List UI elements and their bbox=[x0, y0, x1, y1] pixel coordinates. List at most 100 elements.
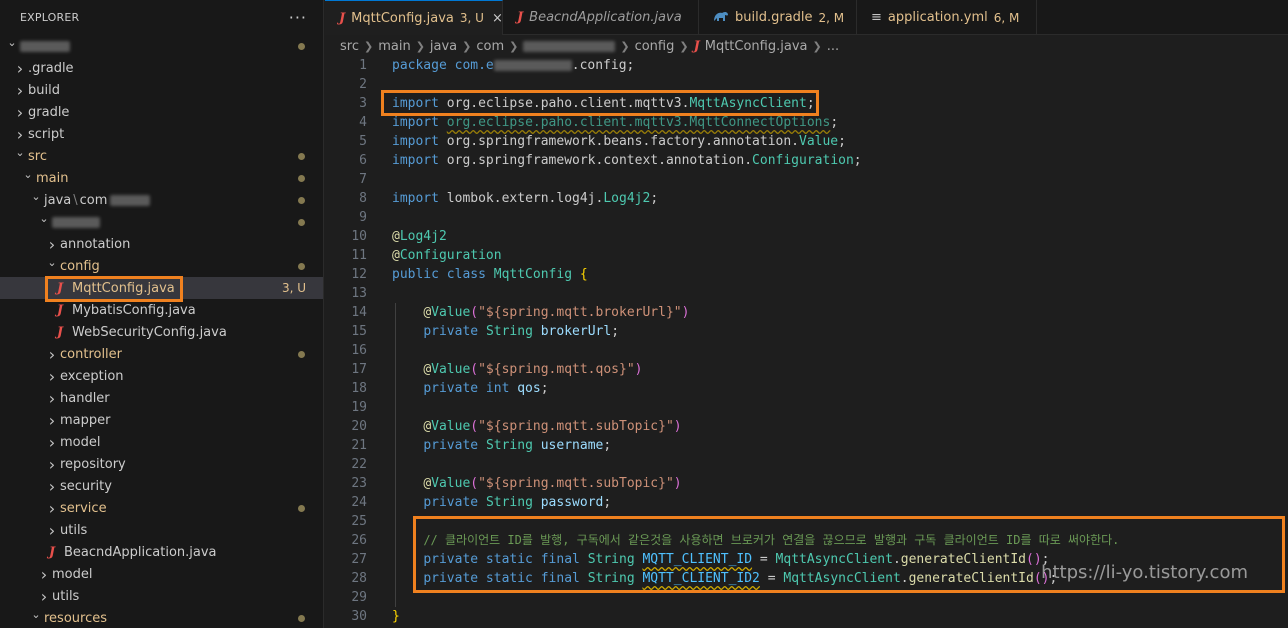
tree-folder[interactable]: › security bbox=[0, 475, 323, 497]
git-modified-dot-icon bbox=[298, 197, 305, 204]
chevron-right-icon[interactable]: › bbox=[44, 477, 60, 496]
tree-folder[interactable]: › model bbox=[0, 563, 323, 585]
breadcrumb-file[interactable]: MqttConfig.java bbox=[705, 39, 808, 54]
tree-file[interactable]: J WebSecurityConfig.java bbox=[0, 321, 323, 343]
tree-item-label: build bbox=[28, 82, 60, 98]
tree-folder[interactable]: ⌄ java \ com bbox=[0, 189, 323, 211]
chevron-down-icon[interactable]: ⌄ bbox=[36, 212, 52, 225]
code-line: 12 public class MqttConfig { bbox=[325, 265, 1288, 284]
tab-status: 3, U bbox=[459, 11, 484, 25]
tree-folder[interactable]: ⌄ bbox=[0, 211, 323, 233]
tree-folder[interactable]: › repository bbox=[0, 453, 323, 475]
tree-item-label: controller bbox=[60, 346, 123, 362]
tree-item-label: repository bbox=[60, 456, 126, 472]
chevron-right-icon[interactable]: › bbox=[44, 455, 60, 474]
breadcrumb-item[interactable]: java bbox=[430, 39, 457, 54]
chevron-down-icon[interactable]: ⌄ bbox=[44, 256, 60, 269]
chevron-right-icon[interactable]: › bbox=[36, 565, 52, 584]
chevron-down-icon[interactable]: ⌄ bbox=[20, 168, 36, 181]
tree-folder[interactable]: ⌄ config bbox=[0, 255, 323, 277]
code-line: 9 bbox=[325, 208, 1288, 227]
import-class: Value bbox=[799, 134, 839, 149]
close-icon[interactable]: × bbox=[492, 11, 503, 26]
code-line: 17 @Value("${spring.mqtt.qos}") bbox=[325, 360, 1288, 379]
tree-file[interactable]: J BeacndApplication.java bbox=[0, 541, 323, 563]
tree-folder[interactable]: › utils bbox=[0, 585, 323, 607]
chevron-down-icon[interactable]: ⌄ bbox=[4, 36, 20, 49]
chevron-right-icon[interactable]: › bbox=[44, 235, 60, 254]
tree-folder[interactable]: ⌄ bbox=[0, 35, 323, 57]
chevron-right-icon[interactable]: › bbox=[44, 433, 60, 452]
java-file-icon: J bbox=[517, 10, 524, 25]
chevron-right-icon[interactable]: › bbox=[12, 125, 28, 144]
chevron-right-icon[interactable]: › bbox=[44, 389, 60, 408]
breadcrumb-item[interactable]: config bbox=[635, 39, 675, 54]
tree-item-label: security bbox=[60, 478, 112, 494]
redacted-name bbox=[110, 194, 151, 206]
value-string: "${spring.mqtt.brokerUrl}" bbox=[478, 305, 682, 320]
breadcrumb-item[interactable]: src bbox=[340, 39, 359, 54]
chevron-right-icon[interactable]: › bbox=[44, 411, 60, 430]
chevron-down-icon[interactable]: ⌄ bbox=[28, 190, 44, 203]
tree-folder[interactable]: › gradle bbox=[0, 101, 323, 123]
line-text: import org.springframework.context.annot… bbox=[392, 153, 862, 168]
editor-area: J MqttConfig.java 3, U × J BeacndApplica… bbox=[325, 0, 1288, 628]
tree-folder[interactable]: › handler bbox=[0, 387, 323, 409]
breadcrumb-item[interactable]: com bbox=[476, 39, 504, 54]
tree-file[interactable]: J MybatisConfig.java bbox=[0, 299, 323, 321]
unused-import: org.eclipse.paho.client.mqttv3.MqttConne… bbox=[446, 115, 831, 130]
chevron-right-icon[interactable]: › bbox=[44, 345, 60, 364]
tree-folder[interactable]: ⌄ resources bbox=[0, 607, 323, 628]
more-actions-icon[interactable]: ··· bbox=[289, 8, 307, 27]
chevron-down-icon[interactable]: ⌄ bbox=[28, 608, 44, 621]
line-text: private String brokerUrl; bbox=[423, 324, 620, 339]
chevron-right-icon[interactable]: › bbox=[44, 499, 60, 518]
tree-folder[interactable]: › exception bbox=[0, 365, 323, 387]
line-text: package com.e .config; bbox=[392, 56, 634, 75]
tab-application-yml[interactable]: ≡ application.yml 6, M bbox=[857, 0, 1037, 35]
code-line: 11 @Configuration bbox=[325, 246, 1288, 265]
line-number: 1 bbox=[359, 58, 367, 73]
line-number: 23 bbox=[351, 476, 367, 491]
chevron-right-icon[interactable]: › bbox=[36, 587, 52, 606]
tree-item-label: utils bbox=[60, 522, 88, 538]
code-line: 22 bbox=[325, 455, 1288, 474]
chevron-right-icon[interactable]: › bbox=[12, 81, 28, 100]
code-editor[interactable]: 1 package com.e .config; 2 3 import org.ecl… bbox=[325, 56, 1288, 628]
breadcrumb-item[interactable]: main bbox=[378, 39, 410, 54]
line-number: 29 bbox=[351, 590, 367, 605]
tree-folder[interactable]: › utils bbox=[0, 519, 323, 541]
tree-folder[interactable]: › service bbox=[0, 497, 323, 519]
line-text: @Configuration bbox=[392, 248, 502, 263]
chevron-right-icon[interactable]: › bbox=[44, 521, 60, 540]
chevron-right-icon[interactable]: › bbox=[44, 367, 60, 386]
tree-folder[interactable]: › annotation bbox=[0, 233, 323, 255]
chevron-right-icon[interactable]: › bbox=[12, 59, 28, 78]
tree-folder[interactable]: ⌄ main bbox=[0, 167, 323, 189]
code-line: 30} bbox=[325, 607, 1288, 626]
code-line: 19 bbox=[325, 398, 1288, 417]
tab-beacndapplication[interactable]: J BeacndApplication.java bbox=[503, 0, 699, 35]
tree-folder[interactable]: › model bbox=[0, 431, 323, 453]
tree-folder[interactable]: › controller bbox=[0, 343, 323, 365]
tree-folder[interactable]: ⌄ src bbox=[0, 145, 323, 167]
breadcrumb-tail[interactable]: ... bbox=[827, 39, 839, 54]
tree-folder[interactable]: › mapper bbox=[0, 409, 323, 431]
chevron-right-icon: ❯ bbox=[415, 39, 425, 53]
tab-mqttconfig[interactable]: J MqttConfig.java 3, U × bbox=[325, 0, 503, 35]
java-file-icon: J bbox=[693, 38, 700, 54]
redacted-package bbox=[523, 40, 616, 52]
field-name: username bbox=[540, 438, 604, 453]
tab-build-gradle[interactable]: build.gradle 2, M bbox=[699, 0, 857, 35]
chevron-right-icon[interactable]: › bbox=[12, 103, 28, 122]
line-number: 17 bbox=[351, 362, 367, 377]
chevron-down-icon[interactable]: ⌄ bbox=[12, 146, 28, 159]
tree-folder[interactable]: › .gradle bbox=[0, 57, 323, 79]
git-modified-dot-icon bbox=[298, 351, 305, 358]
tree-item-label: main bbox=[36, 170, 69, 186]
tree-item-label: com bbox=[79, 192, 108, 208]
tree-folder[interactable]: › script bbox=[0, 123, 323, 145]
tab-label: BeacndApplication.java bbox=[529, 10, 682, 25]
tree-folder[interactable]: › build bbox=[0, 79, 323, 101]
git-modified-dot-icon bbox=[298, 175, 305, 182]
